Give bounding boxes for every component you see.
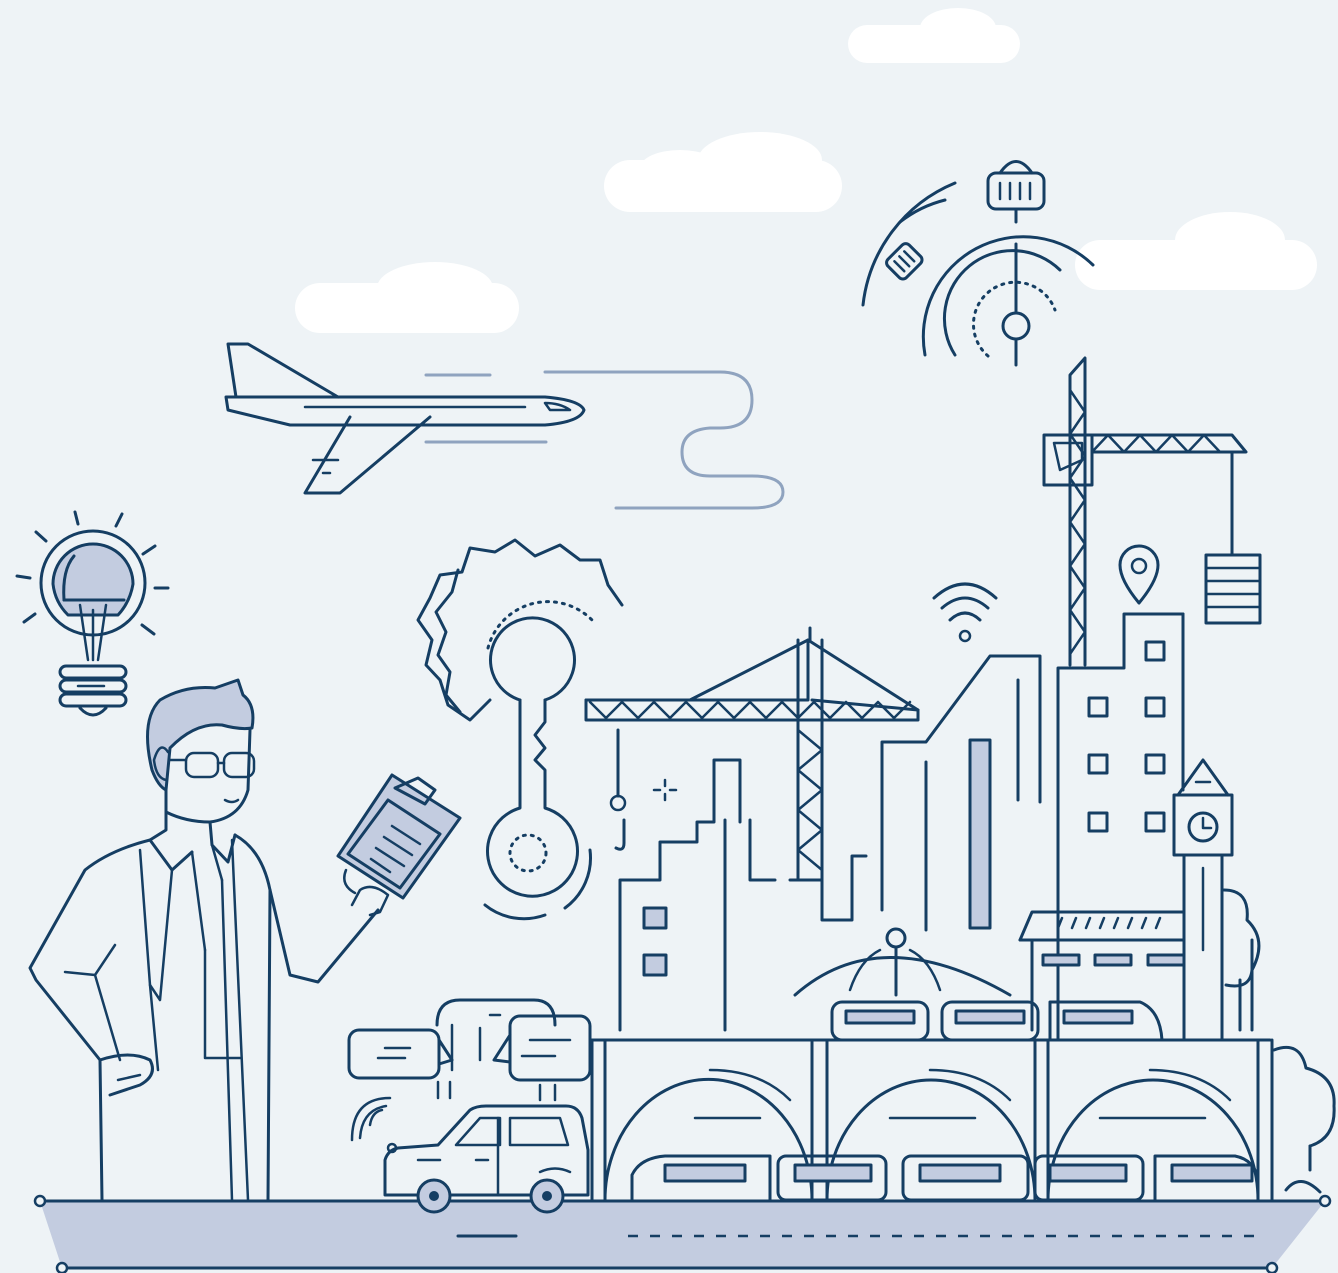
man-figure	[28, 678, 390, 1202]
office-building	[1056, 612, 1185, 1042]
cloud-middle	[604, 132, 842, 212]
lightbulb-icon	[15, 510, 170, 717]
clouds	[295, 8, 1317, 333]
airplane-icon	[224, 342, 586, 495]
city-skyline	[618, 758, 868, 1032]
tower-crane-icon	[1042, 356, 1262, 667]
clipboard-icon	[336, 773, 462, 900]
cloud-right	[1075, 212, 1317, 290]
train-icon	[830, 1000, 1164, 1042]
skyscraper	[880, 654, 1042, 932]
clock-tower-icon	[1172, 758, 1234, 1042]
car-icon	[350, 1096, 590, 1214]
construction-crane	[584, 626, 920, 882]
smart-city-illustration	[15, 8, 1336, 1273]
stopwatch-icon	[861, 160, 1095, 367]
bottom-train	[630, 1154, 1260, 1202]
chat-bubbles-icon	[347, 998, 592, 1102]
airplane-trail	[424, 370, 785, 510]
ground	[33, 1194, 1332, 1273]
gear-key-icon	[416, 538, 624, 921]
wifi-icon	[932, 582, 998, 643]
location-pin-icon	[1118, 544, 1160, 605]
dome	[793, 927, 1012, 997]
cloud-left	[295, 262, 519, 333]
cloud-top	[848, 8, 1020, 63]
